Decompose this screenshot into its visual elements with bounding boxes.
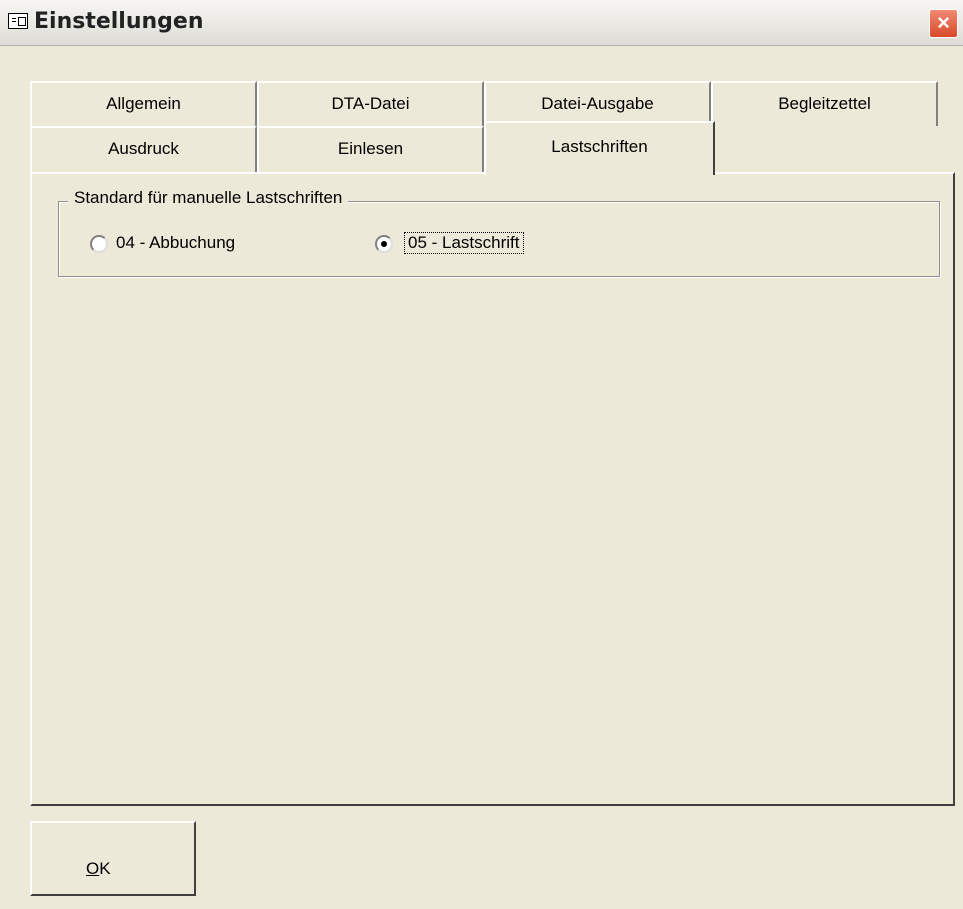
settings-window: Einstellungen × Allgemein DTA-Datei Date…: [0, 0, 963, 909]
tab-ausdruck[interactable]: Ausdruck: [30, 126, 257, 173]
tab-datei-ausgabe[interactable]: Datei-Ausgabe: [484, 81, 711, 126]
radio-abbuchung[interactable]: [90, 235, 108, 253]
tab-allgemein[interactable]: Allgemein: [30, 81, 257, 126]
tab-einlesen[interactable]: Einlesen: [257, 126, 484, 173]
radio-abbuchung-label[interactable]: 04 - Abbuchung: [116, 233, 235, 253]
ok-mnemonic: O: [86, 859, 100, 878]
close-button[interactable]: ×: [929, 9, 958, 38]
title-bar[interactable]: Einstellungen ×: [0, 0, 963, 46]
ok-button[interactable]: OK: [30, 821, 196, 896]
group-legend: Standard für manuelle Lastschriften: [68, 188, 349, 208]
radio-lastschrift[interactable]: [375, 235, 393, 253]
tab-begleitzettel[interactable]: Begleitzettel: [711, 81, 938, 126]
tab-lastschriften[interactable]: Lastschriften: [484, 121, 715, 175]
form-icon: [8, 13, 28, 29]
tab-dta-datei[interactable]: DTA-Datei: [257, 81, 484, 126]
radio-lastschrift-label[interactable]: 05 - Lastschrift: [404, 232, 524, 254]
window-title: Einstellungen: [34, 9, 204, 34]
ok-label-rest: K: [99, 859, 111, 878]
